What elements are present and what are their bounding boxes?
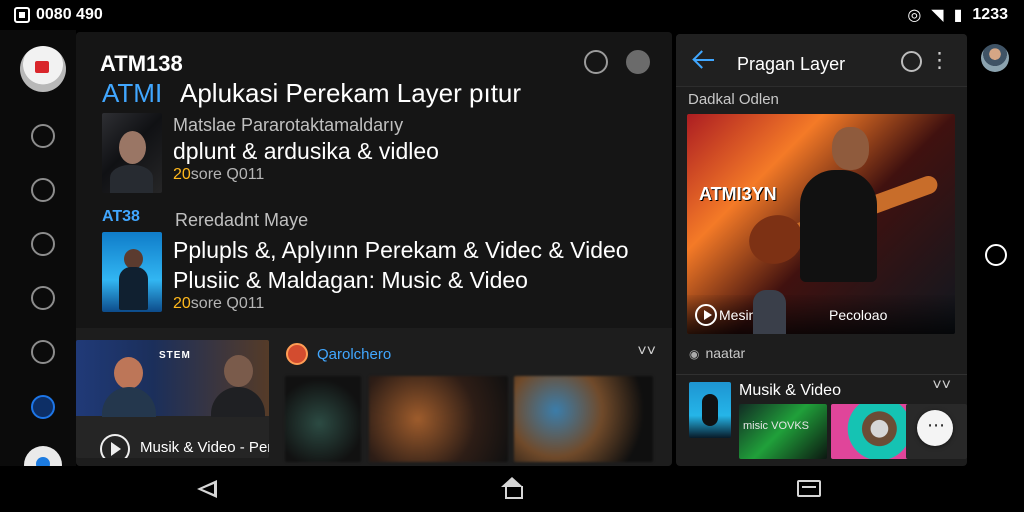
- post-small-text: Matslae Pararotaktamaldarıy: [173, 115, 404, 135]
- floating-action-button[interactable]: [917, 410, 953, 446]
- channel-header: Qarolchero ˅˅: [286, 343, 656, 367]
- status-left-text: 0080 490: [36, 6, 103, 23]
- main-bottom-media-area: STEM Musik & Video - Perekam Layar Qarol…: [76, 328, 672, 466]
- post-meta-highlight: 20: [173, 295, 191, 312]
- more-circle-icon[interactable]: [626, 50, 650, 74]
- post-title: dplunt & ardusika & vidleo: [173, 138, 439, 164]
- user-avatar[interactable]: [981, 44, 1009, 72]
- right-panel-divider: [676, 374, 967, 375]
- promo-card[interactable]: STEM Musik & Video - Perekam Layar: [76, 340, 269, 458]
- post-meta: 20sore Q011: [173, 166, 643, 184]
- media-tile-1[interactable]: [285, 376, 361, 462]
- right-side-rail: [967, 30, 1024, 466]
- page-title: ATM138: [100, 51, 183, 76]
- headline-accent: ATMI: [102, 78, 163, 108]
- right-section-title: Musik & Video: [739, 382, 841, 399]
- search-icon[interactable]: [584, 50, 608, 74]
- android-navigation-bar: [0, 466, 1024, 512]
- active-rail-icon[interactable]: [31, 395, 55, 419]
- message-icon[interactable]: [31, 232, 55, 256]
- home-icon[interactable]: [500, 477, 524, 499]
- battery-icon: ▮: [953, 7, 963, 24]
- recent-apps-icon[interactable]: [797, 480, 821, 497]
- featured-video-left-label: Mesinta: [719, 307, 769, 323]
- left-navigation-rail: [0, 30, 76, 484]
- post-title-line-1: Pplupls &, Aplyınn Perekam & Videc & Vid…: [173, 237, 629, 263]
- post-thumbnail[interactable]: [102, 232, 162, 312]
- music-tile-label: misic VOVKS: [743, 420, 810, 432]
- post-title-line-2: Plusiic & Maldagan: Music & Video: [173, 267, 528, 293]
- wifi-icon: ◥: [931, 7, 944, 24]
- back-arrow-icon[interactable]: [692, 48, 716, 72]
- main-header-actions: [584, 50, 650, 74]
- channel-name[interactable]: Qarolchero: [317, 346, 391, 363]
- post-small-text: Reredadnt Maye: [175, 210, 309, 230]
- status-bar: 0080 490 ◎ ◥ ▮ 1233: [0, 0, 1024, 30]
- headline-text: Aplukasi Perekam Layer pıtur: [179, 78, 522, 108]
- status-left: 0080 490: [14, 6, 103, 24]
- status-right: ◎ ◥ ▮ 1233: [907, 5, 1008, 25]
- back-icon[interactable]: [196, 478, 218, 500]
- post-item-2[interactable]: Reredadnt Maye Pplupls &, Aplyınn Pereka…: [102, 210, 642, 314]
- post-text: Reredadnt Maye Pplupls &, Aplyınn Pereka…: [173, 210, 643, 313]
- post-meta: 20sore Q011: [173, 295, 643, 313]
- play-icon[interactable]: [100, 434, 130, 458]
- media-tile-2[interactable]: [369, 376, 508, 462]
- post-text: Matslae Pararotaktamaldarıy dplunt & ard…: [173, 115, 643, 184]
- featured-video-footer: Mesinta Pecoloao: [687, 295, 955, 334]
- featured-video-card[interactable]: ATMI3YN Mesinta Pecoloao: [687, 114, 955, 334]
- status-right-text: 1233: [972, 6, 1008, 23]
- featured-video-right-label: Pecoloao: [829, 307, 888, 323]
- search-rail-icon[interactable]: [31, 340, 55, 364]
- right-panel-title: Pragan Layer: [737, 54, 846, 74]
- section-more-icon[interactable]: ˅˅: [932, 377, 951, 395]
- privacy-icon: ◎: [907, 7, 922, 24]
- main-content-panel: ATM138 ATMI Aplukasi Perekam Layer pıtur…: [76, 32, 672, 466]
- channel-more-icon[interactable]: ˅˅: [637, 343, 656, 361]
- square-status-icon: [14, 7, 30, 23]
- promo-label: Musik & Video - Perekam Layar: [140, 439, 269, 456]
- post-item-1[interactable]: Matslae Pararotaktamaldarıy dplunt & ard…: [102, 112, 642, 200]
- channel-avatar[interactable]: [286, 343, 308, 365]
- right-panel-subtitle: Dadkal Odlen: [688, 91, 779, 108]
- circle-icon[interactable]: [985, 244, 1007, 266]
- sync-icon[interactable]: [31, 286, 55, 310]
- chat-icon[interactable]: [31, 124, 55, 148]
- main-post-area: ATM138 ATMI Aplukasi Perekam Layer pıtur…: [76, 32, 672, 328]
- post-meta-highlight: 20: [173, 166, 191, 183]
- right-panel-time: naatar: [689, 345, 745, 361]
- right-detail-panel: Pragan Layer ⋮ Dadkal Odlen ATMI3YN Mesi…: [676, 34, 967, 466]
- post-meta-rest: sore Q011: [190, 166, 265, 183]
- android-icon[interactable]: [31, 178, 55, 202]
- right-panel-header: Pragan Layer ⋮: [676, 34, 967, 87]
- search-icon[interactable]: [901, 51, 922, 72]
- music-video-thumbnail[interactable]: [689, 382, 731, 438]
- account-avatar[interactable]: [20, 46, 66, 92]
- post-thumbnail[interactable]: [102, 113, 162, 193]
- headline: ATMI Aplukasi Perekam Layer pıtur: [102, 78, 521, 109]
- featured-video-tag: ATMI3YN: [699, 184, 777, 204]
- play-icon[interactable]: [695, 304, 717, 326]
- post-meta-rest: sore Q011: [190, 295, 265, 312]
- guitar-image-element: [774, 173, 940, 249]
- vertical-more-icon[interactable]: ⋮: [929, 48, 950, 73]
- promo-image[interactable]: STEM: [76, 340, 269, 417]
- promo-tag: STEM: [159, 350, 191, 361]
- media-tile-3[interactable]: [514, 376, 653, 462]
